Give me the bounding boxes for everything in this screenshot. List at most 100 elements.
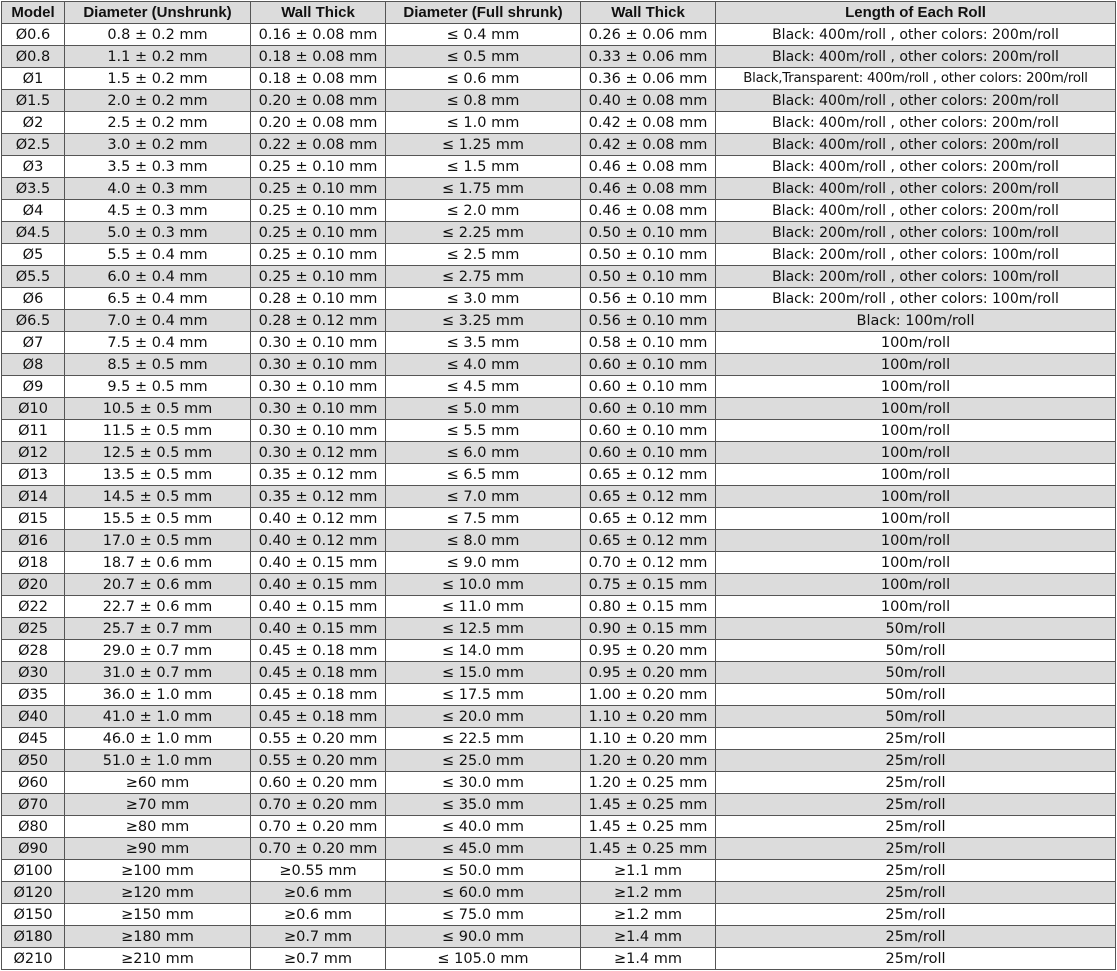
table-row: Ø8 8.5 ± 0.5 mm 0.30 ± 0.10 mm ≤ 4.0 mm 0.60… [1,353,1116,376]
diameter-unshrunk-cell: 20.7 ± 0.6 mm [64,573,251,596]
wall-thick-shrunk-cell: 1.10 ± 0.20 mm [580,727,716,750]
roll-length-cell: 25m/roll [715,749,1116,772]
diameter-unshrunk-cell: 18.7 ± 0.6 mm [64,551,251,574]
wall-thick-shrunk-cell: 0.42 ± 0.08 mm [580,111,716,134]
roll-length-cell: 100m/roll [715,551,1116,574]
roll-length-cell: 100m/roll [715,485,1116,508]
model-cell: Ø22 [1,595,65,618]
diameter-unshrunk-cell: 11.5 ± 0.5 mm [64,419,251,442]
wall-thick-shrunk-cell: 1.20 ± 0.25 mm [580,771,716,794]
model-cell: Ø0.8 [1,45,65,68]
diameter-unshrunk-cell: 17.0 ± 0.5 mm [64,529,251,552]
wall-thick-shrunk-cell: 0.95 ± 0.20 mm [580,639,716,662]
diameter-full-shrunk-cell: ≤ 3.25 mm [385,309,581,332]
wall-thick-shrunk-cell: 0.90 ± 0.15 mm [580,617,716,640]
table-row: Ø180 ≥180 mm ≥0.7 mm ≤ 90.0 mm ≥1.4 mm 25m/ro… [1,925,1116,948]
table-row: Ø9 9.5 ± 0.5 mm 0.30 ± 0.10 mm ≤ 4.5 mm 0.60… [1,375,1116,398]
diameter-full-shrunk-cell: ≤ 60.0 mm [385,881,581,904]
diameter-unshrunk-cell: 12.5 ± 0.5 mm [64,441,251,464]
diameter-unshrunk-cell: 31.0 ± 0.7 mm [64,661,251,684]
wall-thick-shrunk-cell: 1.10 ± 0.20 mm [580,705,716,728]
diameter-full-shrunk-cell: ≤ 75.0 mm [385,903,581,926]
roll-length-cell: 25m/roll [715,837,1116,860]
model-cell: Ø3.5 [1,177,65,200]
roll-length-cell: 25m/roll [715,727,1116,750]
diameter-full-shrunk-cell: ≤ 17.5 mm [385,683,581,706]
diameter-unshrunk-cell: 4.5 ± 0.3 mm [64,199,251,222]
roll-length-cell: Black: 400m/roll , other colors: 200m/ro… [715,133,1116,156]
wall-thick-unshrunk-cell: 0.35 ± 0.12 mm [250,485,386,508]
table-row: Ø45 46.0 ± 1.0 mm 0.55 ± 0.20 mm ≤ 22.5 mm 1… [1,727,1116,750]
model-cell: Ø100 [1,859,65,882]
model-cell: Ø25 [1,617,65,640]
diameter-full-shrunk-cell: ≤ 1.75 mm [385,177,581,200]
table-row: Ø210 ≥210 mm ≥0.7 mm ≤ 105.0 mm ≥1.4 mm 25m/r… [1,947,1116,970]
diameter-full-shrunk-cell: ≤ 1.0 mm [385,111,581,134]
spec-table-container: Model Diameter (Unshrunk) Wall Thick Dia… [1,1,1116,970]
wall-thick-shrunk-cell: 1.00 ± 0.20 mm [580,683,716,706]
diameter-full-shrunk-cell: ≤ 6.5 mm [385,463,581,486]
roll-length-cell: 50m/roll [715,617,1116,640]
wall-thick-shrunk-cell: 0.60 ± 0.10 mm [580,353,716,376]
wall-thick-unshrunk-cell: 0.20 ± 0.08 mm [250,111,386,134]
model-cell: Ø4 [1,199,65,222]
table-row: Ø4 4.5 ± 0.3 mm 0.25 ± 0.10 mm ≤ 2.0 mm 0.46… [1,199,1116,222]
diameter-full-shrunk-cell: ≤ 20.0 mm [385,705,581,728]
diameter-unshrunk-cell: 6.0 ± 0.4 mm [64,265,251,288]
wall-thick-shrunk-cell: 0.40 ± 0.08 mm [580,89,716,112]
roll-length-cell: 100m/roll [715,441,1116,464]
table-row: Ø5.5 6.0 ± 0.4 mm 0.25 ± 0.10 mm ≤ 2.75 mm 0… [1,265,1116,288]
wall-thick-unshrunk-cell: 0.55 ± 0.20 mm [250,727,386,750]
model-cell: Ø28 [1,639,65,662]
roll-length-cell: 100m/roll [715,397,1116,420]
roll-length-cell: 100m/roll [715,463,1116,486]
roll-length-cell: 100m/roll [715,529,1116,552]
roll-length-cell: 50m/roll [715,661,1116,684]
header-roll-length: Length of Each Roll [715,1,1116,24]
header-wall-thick-shrunk: Wall Thick [580,1,716,24]
model-cell: Ø45 [1,727,65,750]
roll-length-cell: Black: 100m/roll [715,309,1116,332]
wall-thick-shrunk-cell: 0.65 ± 0.12 mm [580,507,716,530]
model-cell: Ø6 [1,287,65,310]
diameter-full-shrunk-cell: ≤ 5.5 mm [385,419,581,442]
roll-length-cell: 25m/roll [715,903,1116,926]
wall-thick-unshrunk-cell: 0.60 ± 0.20 mm [250,771,386,794]
diameter-unshrunk-cell: 2.5 ± 0.2 mm [64,111,251,134]
model-cell: Ø2.5 [1,133,65,156]
wall-thick-unshrunk-cell: 0.40 ± 0.15 mm [250,595,386,618]
roll-length-cell: 100m/roll [715,353,1116,376]
diameter-unshrunk-cell: 29.0 ± 0.7 mm [64,639,251,662]
wall-thick-shrunk-cell: ≥1.1 mm [580,859,716,882]
table-row: Ø100 ≥100 mm ≥0.55 mm ≤ 50.0 mm ≥1.1 mm 25m/r… [1,859,1116,882]
table-row: Ø2 2.5 ± 0.2 mm 0.20 ± 0.08 mm ≤ 1.0 mm 0.42… [1,111,1116,134]
diameter-unshrunk-cell: 7.0 ± 0.4 mm [64,309,251,332]
diameter-full-shrunk-cell: ≤ 7.0 mm [385,485,581,508]
diameter-full-shrunk-cell: ≤ 50.0 mm [385,859,581,882]
wall-thick-shrunk-cell: 0.56 ± 0.10 mm [580,309,716,332]
diameter-unshrunk-cell: 3.0 ± 0.2 mm [64,133,251,156]
table-row: Ø14 14.5 ± 0.5 mm 0.35 ± 0.12 mm ≤ 7.0 mm 0.… [1,485,1116,508]
wall-thick-shrunk-cell: 1.45 ± 0.25 mm [580,793,716,816]
table-row: Ø13 13.5 ± 0.5 mm 0.35 ± 0.12 mm ≤ 6.5 mm 0.… [1,463,1116,486]
diameter-unshrunk-cell: 41.0 ± 1.0 mm [64,705,251,728]
diameter-full-shrunk-cell: ≤ 40.0 mm [385,815,581,838]
diameter-full-shrunk-cell: ≤ 2.25 mm [385,221,581,244]
table-row: Ø6.5 7.0 ± 0.4 mm 0.28 ± 0.12 mm ≤ 3.25 mm 0… [1,309,1116,332]
wall-thick-unshrunk-cell: 0.70 ± 0.20 mm [250,837,386,860]
wall-thick-shrunk-cell: 0.60 ± 0.10 mm [580,441,716,464]
roll-length-cell: Black: 400m/roll , other colors: 200m/ro… [715,23,1116,46]
wall-thick-unshrunk-cell: ≥0.55 mm [250,859,386,882]
table-body: Ø0.6 0.8 ± 0.2 mm 0.16 ± 0.08 mm ≤ 0.4 mm 0.… [1,23,1116,970]
diameter-full-shrunk-cell: ≤ 12.5 mm [385,617,581,640]
diameter-unshrunk-cell: 15.5 ± 0.5 mm [64,507,251,530]
diameter-full-shrunk-cell: ≤ 4.0 mm [385,353,581,376]
wall-thick-unshrunk-cell: 0.45 ± 0.18 mm [250,639,386,662]
table-row: Ø25 25.7 ± 0.7 mm 0.40 ± 0.15 mm ≤ 12.5 mm 0… [1,617,1116,640]
table-row: Ø70 ≥70 mm 0.70 ± 0.20 mm ≤ 35.0 mm 1.45 ± 0… [1,793,1116,816]
diameter-unshrunk-cell: ≥60 mm [64,771,251,794]
diameter-unshrunk-cell: 8.5 ± 0.5 mm [64,353,251,376]
diameter-full-shrunk-cell: ≤ 0.4 mm [385,23,581,46]
roll-length-cell: 50m/roll [715,683,1116,706]
diameter-unshrunk-cell: 10.5 ± 0.5 mm [64,397,251,420]
